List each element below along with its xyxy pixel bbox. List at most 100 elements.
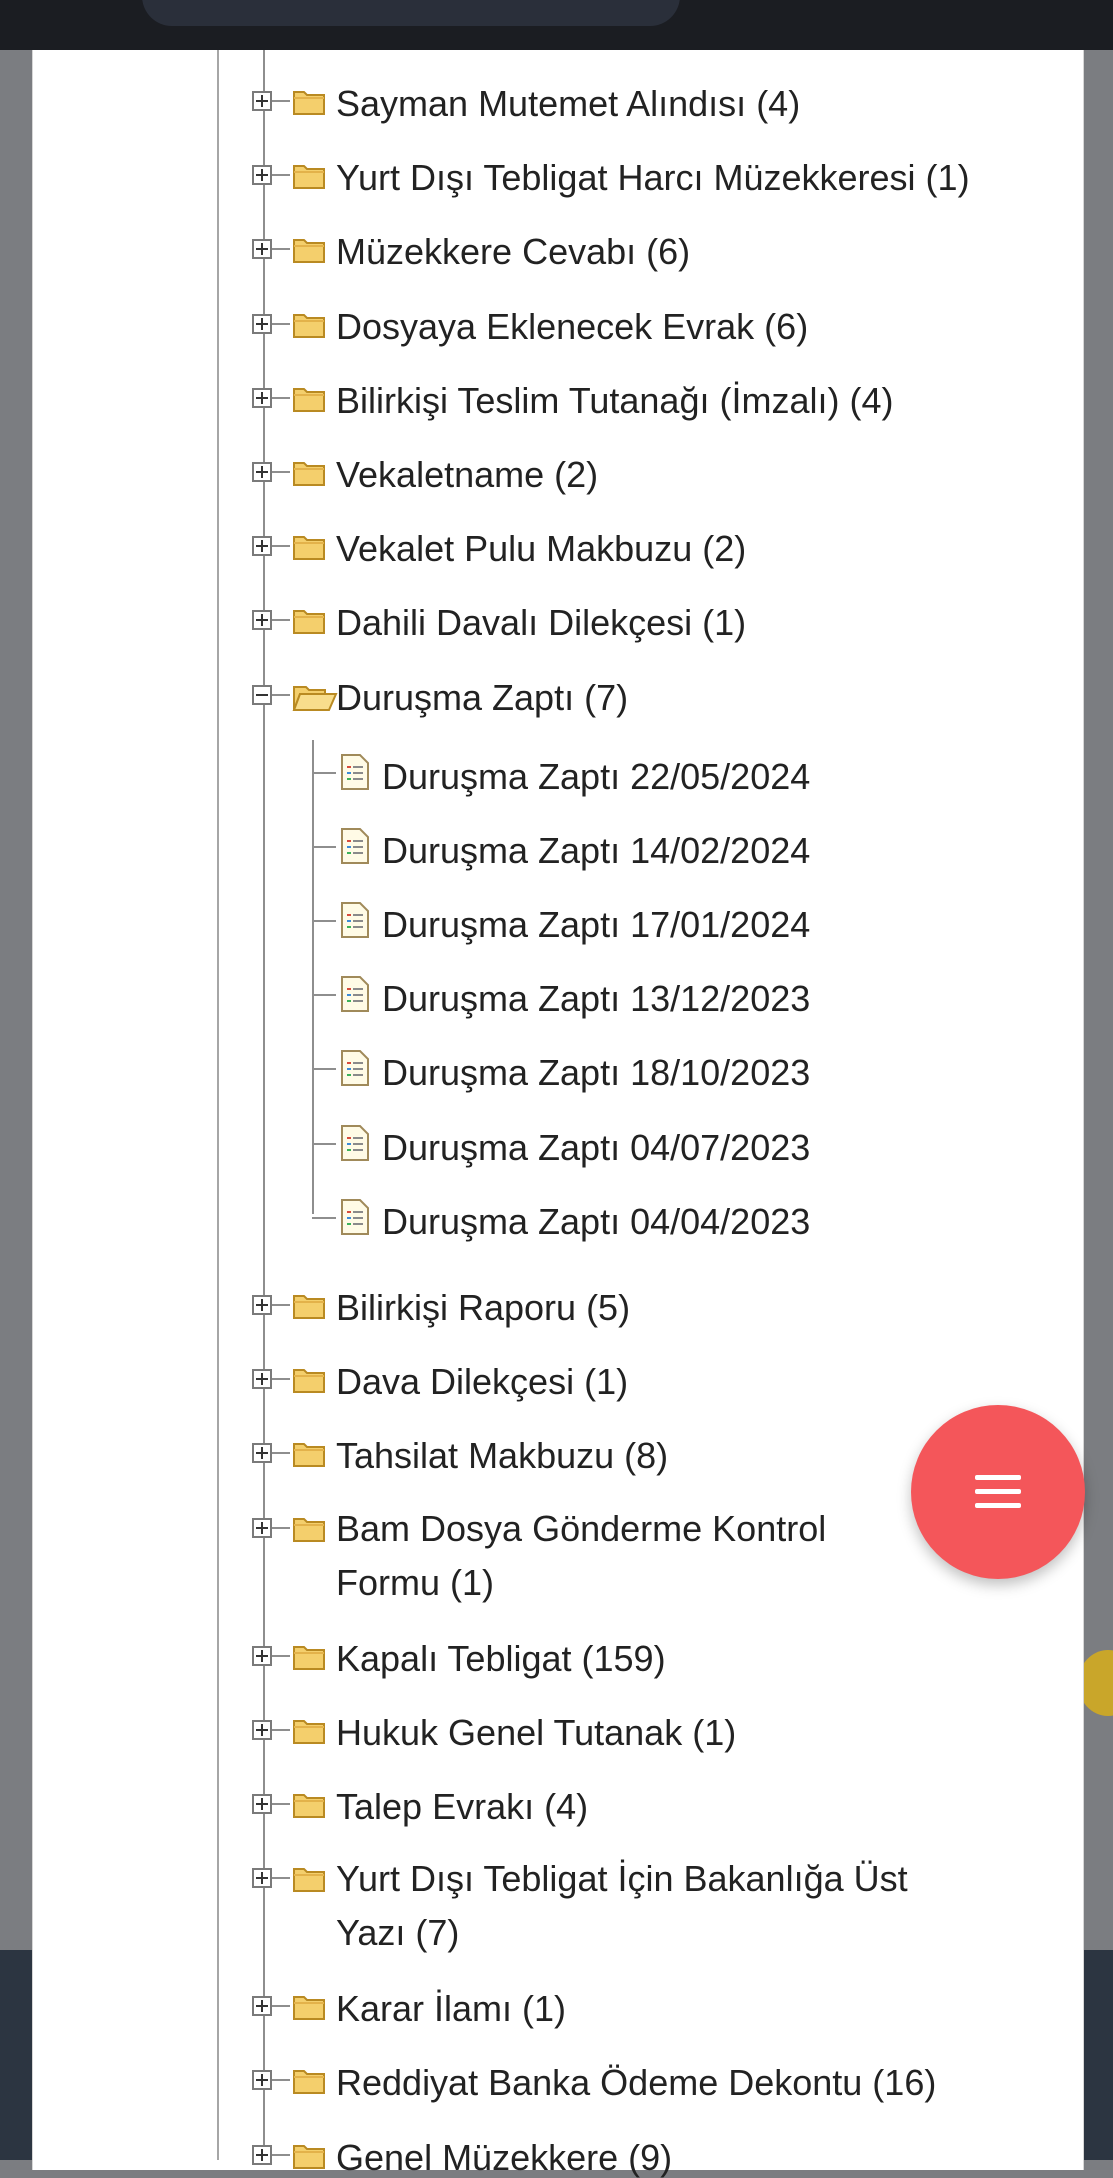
document-icon <box>340 901 370 939</box>
folder-label[interactable]: Reddiyat Banka Ödeme Dekontu (16) <box>336 2063 936 2103</box>
folder-label[interactable]: Dosyaya Eklenecek Evrak (6) <box>336 306 808 347</box>
tree-connector <box>312 920 336 922</box>
folder-label[interactable]: Duruşma Zaptı (7) <box>336 677 628 718</box>
folder-label[interactable]: Talep Evrakı (4) <box>336 1787 588 1827</box>
expand-icon[interactable] <box>252 387 272 408</box>
tree-connector <box>272 2079 290 2082</box>
expand-icon[interactable] <box>252 1517 272 1538</box>
folder-label[interactable]: Yurt Dışı Tebligat İçin Bakanlığa Üst Ya… <box>336 1852 936 1960</box>
folder-icon <box>292 2067 326 2095</box>
expand-icon[interactable] <box>252 1369 272 1390</box>
expand-icon[interactable] <box>252 313 272 334</box>
expand-icon[interactable] <box>252 1719 272 1740</box>
document-label[interactable]: Duruşma Zaptı 13/12/2023 <box>382 979 810 1019</box>
expand-icon[interactable] <box>252 1645 272 1666</box>
folder-open-icon <box>292 682 338 711</box>
expand-icon[interactable] <box>252 1996 272 2017</box>
top-bar-pill <box>142 0 680 26</box>
folder-icon <box>292 2142 326 2169</box>
folder-icon <box>292 236 326 264</box>
expand-icon[interactable] <box>252 2070 272 2091</box>
folder-label[interactable]: Genel Müzekkere (9) <box>336 2137 672 2178</box>
document-icon <box>340 1198 370 1236</box>
folder-label[interactable]: Bilirkişi Raporu (5) <box>336 1288 630 1328</box>
folder-icon <box>292 311 326 338</box>
folder-label[interactable]: Dahili Davalı Dilekçesi (1) <box>336 603 746 643</box>
document-icon <box>340 1124 370 1162</box>
folder-label[interactable]: Müzekkere Cevabı (6) <box>336 232 690 272</box>
tree-connector <box>312 994 336 997</box>
expand-icon[interactable] <box>252 2144 272 2165</box>
panel-divider-line <box>217 50 219 2160</box>
document-label[interactable]: Duruşma Zaptı 14/02/2024 <box>382 830 810 871</box>
document-label[interactable]: Duruşma Zaptı 17/01/2024 <box>382 905 810 945</box>
menu-fab-button[interactable] <box>911 1405 1085 1579</box>
tree-connector <box>272 471 290 473</box>
tree-connector <box>272 693 290 696</box>
folder-label[interactable]: Tahsilat Makbuzu (8) <box>336 1436 668 1476</box>
folder-icon <box>292 88 326 115</box>
folder-icon <box>292 1865 326 1893</box>
tree-connector <box>272 1803 290 1805</box>
folder-label[interactable]: Karar İlamı (1) <box>336 1989 566 2029</box>
folder-icon <box>292 1292 326 1319</box>
folder-icon <box>292 607 326 635</box>
expand-icon[interactable] <box>252 536 272 557</box>
document-label[interactable]: Duruşma Zaptı 04/04/2023 <box>382 1201 810 1242</box>
tree-connector <box>272 1728 290 1731</box>
folder-icon <box>292 533 326 561</box>
tree-connector <box>272 1304 290 1306</box>
folder-label[interactable]: Bam Dosya Gönderme Kontrol Formu (1) <box>336 1502 936 1610</box>
folder-icon <box>292 385 326 412</box>
expand-icon[interactable] <box>252 462 272 482</box>
folder-icon <box>292 459 326 486</box>
collapse-icon[interactable] <box>252 684 272 705</box>
folder-icon <box>292 1366 326 1394</box>
expand-icon[interactable] <box>252 610 272 631</box>
expand-icon[interactable] <box>252 165 272 186</box>
document-label[interactable]: Duruşma Zaptı 18/10/2023 <box>382 1053 810 1093</box>
tree-connector <box>272 396 290 399</box>
folder-label[interactable]: Hukuk Genel Tutanak (1) <box>336 1712 736 1753</box>
document-icon <box>340 975 370 1013</box>
folder-icon <box>292 1993 326 2021</box>
browser-top-bar <box>0 0 1113 50</box>
folder-icon <box>292 162 326 190</box>
expand-icon[interactable] <box>252 1868 272 1889</box>
tree-connector <box>272 545 290 548</box>
document-icon <box>340 1049 370 1087</box>
expand-icon[interactable] <box>252 239 272 260</box>
folder-label[interactable]: Dava Dilekçesi (1) <box>336 1362 628 1402</box>
expand-icon[interactable] <box>252 91 272 111</box>
document-label[interactable]: Duruşma Zaptı 04/07/2023 <box>382 1127 810 1168</box>
document-label[interactable]: Duruşma Zaptı 22/05/2024 <box>382 756 810 797</box>
folder-label[interactable]: Vekalet Pulu Makbuzu (2) <box>336 529 746 569</box>
tree-connector <box>272 100 290 102</box>
tree-connector <box>272 619 290 622</box>
tree-connector <box>312 1068 336 1071</box>
folder-label[interactable]: Sayman Mutemet Alındısı (4) <box>336 84 800 124</box>
tree-connector <box>272 1378 290 1381</box>
folder-icon <box>292 1791 326 1818</box>
folder-icon <box>292 1440 326 1468</box>
tree-connector <box>312 1142 336 1145</box>
tree-connector <box>312 845 336 848</box>
expand-icon[interactable] <box>252 1794 272 1814</box>
expand-icon[interactable] <box>252 1295 272 1315</box>
tree-connector <box>272 2005 290 2008</box>
tree-connector <box>272 2153 290 2156</box>
document-icon <box>340 827 370 865</box>
folder-icon <box>292 1643 326 1670</box>
folder-label[interactable]: Vekaletname (2) <box>336 455 598 495</box>
folder-label[interactable]: Kapalı Tebligat (159) <box>336 1638 666 1679</box>
tree-connector <box>272 322 290 325</box>
expand-icon[interactable] <box>252 1443 272 1464</box>
tree-connector <box>272 1654 290 1657</box>
folder-icon <box>292 1515 326 1542</box>
tree-connector <box>272 248 290 251</box>
document-icon <box>340 753 370 791</box>
folder-label[interactable]: Bilirkişi Teslim Tutanağı (İmzalı) (4) <box>336 380 893 421</box>
tree-connector <box>312 771 336 774</box>
folder-label[interactable]: Yurt Dışı Tebligat Harcı Müzekkeresi (1) <box>336 158 970 198</box>
tree-connector-line <box>263 50 265 2160</box>
